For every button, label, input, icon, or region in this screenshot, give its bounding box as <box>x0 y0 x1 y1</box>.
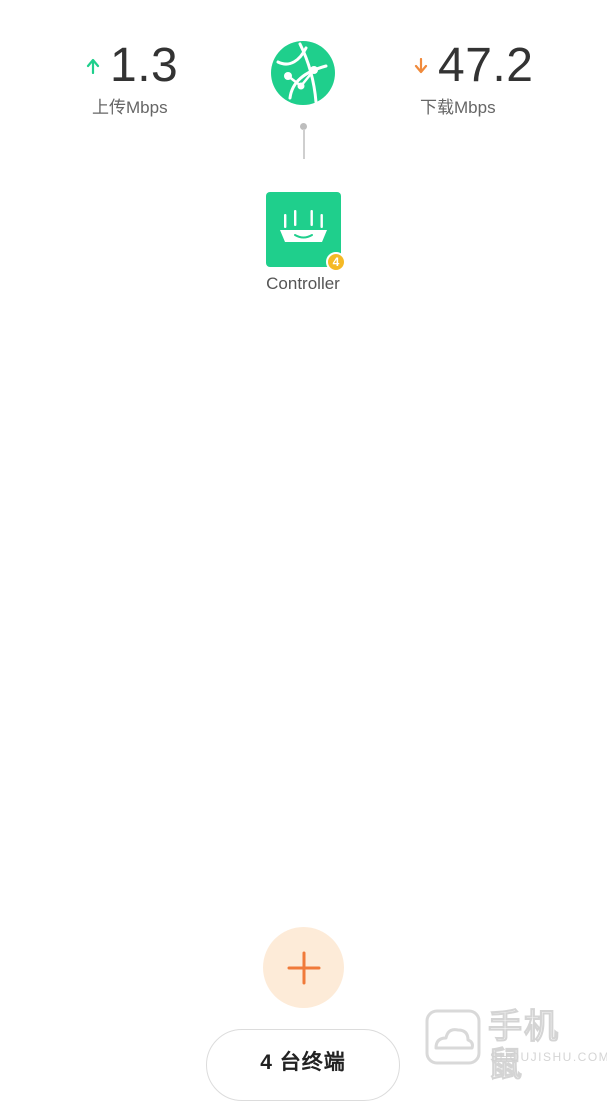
connection-line <box>299 123 309 159</box>
arrow-up-icon <box>86 58 100 74</box>
upload-label: 上传Mbps <box>92 98 168 117</box>
watermark: 手机鼠 SHOUJISHU.COM <box>424 1006 607 1085</box>
terminals-label: 4 台终端 <box>260 1051 346 1074</box>
upload-value: 1.3 <box>110 39 179 92</box>
arrow-down-icon <box>414 58 428 74</box>
terminals-button[interactable]: 4 台终端 <box>206 1029 400 1101</box>
watermark-logo-icon <box>425 1009 481 1065</box>
add-device-button[interactable] <box>263 927 344 1008</box>
upload-stat: 1.3 上传Mbps <box>86 40 178 118</box>
watermark-title: 手机鼠 <box>488 1008 560 1085</box>
download-stat: 47.2 下载Mbps <box>414 40 533 118</box>
download-label: 下载Mbps <box>420 98 496 117</box>
internet-node[interactable] <box>270 40 336 106</box>
globe-icon <box>271 41 335 105</box>
watermark-subtitle: SHOUJISHU.COM <box>490 1050 607 1064</box>
plus-icon <box>287 951 320 984</box>
device-count-badge: 4 <box>326 252 346 272</box>
router-name: Controller <box>266 274 340 293</box>
download-value: 47.2 <box>438 39 534 92</box>
